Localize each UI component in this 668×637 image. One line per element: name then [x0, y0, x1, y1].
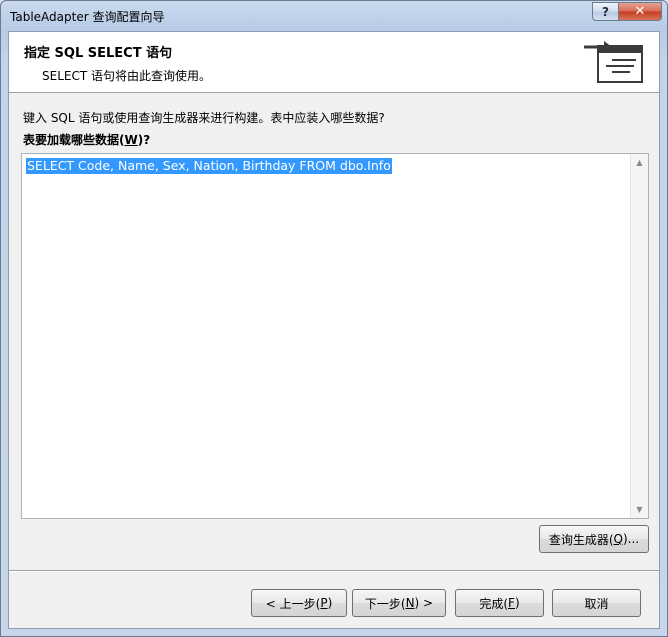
page-subtitle: SELECT 语句将由此查询使用。 [42, 69, 211, 83]
back-label-prefix: < 上一步( [265, 596, 321, 611]
help-icon: ? [602, 4, 609, 19]
help-button[interactable]: ? [592, 2, 619, 21]
finish-label-suffix: ) [514, 596, 520, 610]
sql-field-label-suffix: )? [137, 133, 151, 147]
finish-label-prefix: 完成( [479, 596, 509, 611]
wizard-header: 指定 SQL SELECT 语句 SELECT 语句将由此查询使用。 [9, 32, 659, 93]
sql-field-label: 表要加载哪些数据(W)? [23, 131, 150, 148]
query-builder-label-prefix: 查询生成器( [548, 532, 614, 547]
page-title: 指定 SQL SELECT 语句 [24, 46, 173, 61]
title-bar[interactable]: TableAdapter 查询配置向导 ? ✕ [1, 1, 667, 31]
sql-field-label-prefix: 表要加载哪些数据( [23, 133, 125, 147]
cancel-button[interactable]: 取消 [552, 589, 641, 617]
wizard-client-area: 指定 SQL SELECT 语句 SELECT 语句将由此查询使用。 键入 SQ… [8, 31, 660, 629]
finish-button[interactable]: 完成(F) [455, 589, 544, 617]
back-label-key: P [320, 596, 328, 610]
query-builder-label-suffix: )... [623, 532, 640, 546]
query-wizard-icon [584, 41, 643, 83]
query-builder-label-key: Q [613, 532, 623, 546]
next-button[interactable]: 下一步(N) > [352, 589, 446, 617]
back-button[interactable]: < 上一步(P) [251, 589, 347, 617]
wizard-window: TableAdapter 查询配置向导 ? ✕ 指定 SQL SELECT 语句… [0, 0, 668, 637]
footer-separator [9, 570, 659, 572]
instruction-text: 键入 SQL 语句或使用查询生成器来进行构建。表中应装入哪些数据? [23, 111, 385, 125]
sql-field-label-key: W [124, 133, 138, 147]
finish-label-key: F [508, 596, 515, 610]
next-label-prefix: 下一步( [364, 596, 406, 611]
back-label-suffix: ) [327, 596, 333, 610]
vertical-scrollbar[interactable]: ▲ ▼ [630, 154, 648, 518]
title-bar-buttons: ? ✕ [592, 2, 662, 21]
sql-textarea[interactable]: SELECT Code, Name, Sex, Nation, Birthday… [21, 153, 649, 519]
scroll-down-arrow-icon[interactable]: ▼ [631, 501, 648, 518]
close-button[interactable]: ✕ [619, 2, 662, 21]
next-label-suffix: ) > [414, 596, 434, 610]
scroll-up-arrow-icon[interactable]: ▲ [631, 154, 648, 171]
sql-selected-text[interactable]: SELECT Code, Name, Sex, Nation, Birthday… [26, 158, 392, 174]
query-builder-button[interactable]: 查询生成器(Q)... [539, 525, 649, 553]
next-label-key: N [405, 596, 415, 610]
close-icon: ✕ [634, 4, 646, 19]
window-title: TableAdapter 查询配置向导 [10, 10, 165, 24]
cancel-label: 取消 [584, 596, 609, 611]
